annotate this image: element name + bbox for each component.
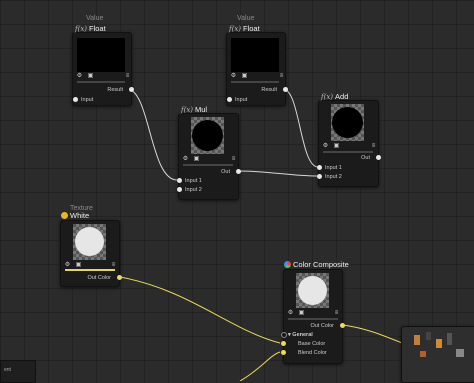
menu-icon[interactable]: ≡ (230, 156, 237, 162)
node-category: Value (237, 15, 255, 22)
mini-swatch (456, 349, 464, 357)
corner-fragment: ent (0, 360, 36, 383)
group-label: ▾ General (288, 332, 313, 338)
value-float-node-2[interactable]: f(x) Float ⚙ ▣ ≡ Result Input (226, 24, 288, 106)
input-label: Input (81, 97, 94, 103)
input-port[interactable] (227, 97, 232, 102)
input-port-1[interactable] (177, 178, 182, 183)
image-icon[interactable]: ▣ (193, 156, 200, 162)
node-title: f(x) Float (229, 24, 260, 33)
input-label: Base Color (298, 341, 326, 347)
wire-value1-to-mul (126, 88, 178, 181)
input-label: Input 1 (325, 165, 342, 171)
input-port[interactable] (73, 97, 78, 102)
node-divider (65, 269, 115, 271)
wire-mul-to-add (237, 170, 319, 177)
node-divider (77, 81, 125, 83)
input-label: Input 1 (185, 178, 202, 184)
settings-icon[interactable]: ⚙ (182, 156, 189, 162)
node-category: Value (86, 15, 104, 22)
output-label: Out (221, 169, 230, 175)
preview-disc (75, 227, 104, 256)
output-port[interactable] (283, 87, 288, 92)
menu-icon[interactable]: ≡ (370, 143, 377, 149)
wire-texture-to-composite (119, 276, 281, 344)
texture-white-node[interactable]: White ⚙ ▣ ≡ Out Color (60, 211, 122, 287)
node-title: Color Composite (284, 260, 349, 269)
image-icon[interactable]: ▣ (87, 73, 94, 79)
mul-node[interactable]: f(x) Mul ⚙ ▣ ≡ Out Input 1 Input 2 (177, 105, 241, 200)
input-label: Input 2 (325, 174, 342, 180)
node-divider (183, 164, 233, 166)
add-node[interactable]: f(x) Add ⚙ ▣ ≡ Out Input 1 Input 2 (317, 92, 381, 187)
node-title: f(x) Mul (181, 105, 208, 114)
node-preview (191, 117, 224, 154)
function-icon: f(x) (321, 93, 334, 101)
mini-swatch (426, 332, 431, 340)
node-divider (288, 318, 338, 320)
input-port-2[interactable] (281, 350, 286, 355)
output-port[interactable] (236, 169, 241, 174)
preview-disc (192, 120, 223, 151)
menu-icon[interactable]: ≡ (110, 262, 117, 268)
settings-icon[interactable]: ⚙ (64, 262, 71, 268)
input-label: Blend Color (298, 350, 327, 356)
image-icon[interactable]: ▣ (75, 262, 82, 268)
node-title: f(x) Float (75, 24, 106, 33)
node-preview (73, 224, 106, 260)
node-title: White (61, 211, 89, 220)
function-icon: f(x) (75, 25, 88, 33)
mini-swatch (414, 335, 420, 345)
mini-swatch (420, 351, 426, 357)
node-preview (77, 38, 125, 72)
mini-swatch (447, 333, 452, 345)
settings-icon[interactable]: ⚙ (287, 310, 294, 316)
settings-icon[interactable]: ⚙ (322, 143, 329, 149)
palette-icon (284, 261, 291, 268)
color-composite-node[interactable]: Color Composite ⚙ ▣ ≡ Out Color ▾ Genera… (281, 260, 349, 364)
input-port-1[interactable] (281, 341, 286, 346)
menu-icon[interactable]: ≡ (124, 73, 131, 79)
menu-icon[interactable]: ≡ (278, 73, 285, 79)
preview-disc (332, 107, 363, 138)
output-port[interactable] (376, 155, 381, 160)
settings-icon[interactable]: ⚙ (230, 73, 237, 79)
input-label: Input 2 (185, 187, 202, 193)
output-port[interactable] (117, 275, 122, 280)
wire-to-blend (239, 351, 281, 381)
image-icon[interactable]: ▣ (333, 143, 340, 149)
group-port[interactable] (281, 332, 287, 338)
preview-disc (298, 276, 327, 305)
output-port[interactable] (129, 87, 134, 92)
wire-value2-to-add (282, 88, 319, 168)
input-label: Input (235, 97, 248, 103)
node-divider (231, 81, 279, 83)
image-icon[interactable]: ▣ (241, 73, 248, 79)
node-preview (296, 273, 329, 308)
function-icon: f(x) (229, 25, 242, 33)
node-divider (323, 151, 373, 153)
settings-icon[interactable]: ⚙ (76, 73, 83, 79)
image-icon[interactable]: ▣ (298, 310, 305, 316)
output-label: Out Color (87, 275, 111, 281)
output-port[interactable] (340, 323, 345, 328)
input-port-2[interactable] (317, 174, 322, 179)
input-port-2[interactable] (177, 187, 182, 192)
output-label: Result (107, 87, 123, 93)
output-label: Out (361, 155, 370, 161)
texture-icon (61, 212, 68, 219)
value-float-node-1[interactable]: f(x) Float ⚙ ▣ ≡ Result Input (72, 24, 134, 106)
node-preview (231, 38, 279, 72)
function-icon: f(x) (181, 106, 194, 114)
menu-icon[interactable]: ≡ (333, 310, 340, 316)
input-port-1[interactable] (317, 165, 322, 170)
node-preview (331, 104, 364, 141)
mini-swatch (436, 339, 442, 348)
output-label: Out Color (310, 323, 334, 329)
partial-node[interactable] (401, 326, 474, 383)
node-title: f(x) Add (321, 92, 349, 101)
output-label: Result (261, 87, 277, 93)
